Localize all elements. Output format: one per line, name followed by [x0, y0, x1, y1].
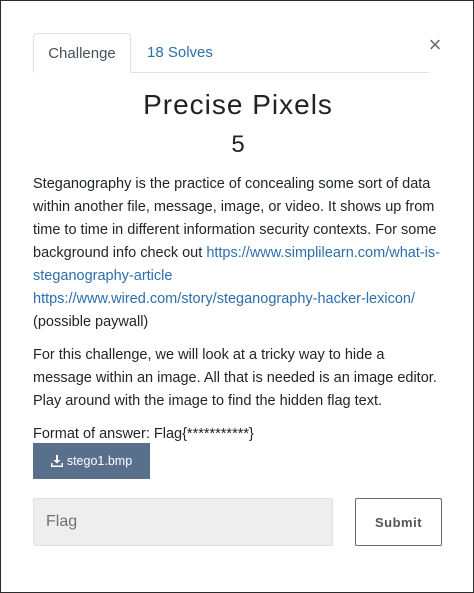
challenge-tabs: Challenge 18 Solves: [33, 33, 429, 73]
challenge-value: 5: [231, 131, 245, 158]
tab-solves[interactable]: 18 Solves: [147, 33, 213, 72]
paywall-note: (possible paywall): [33, 314, 149, 330]
description-paragraph-1: Steganography is the practice of conceal…: [33, 173, 445, 334]
tab-challenge[interactable]: Challenge: [33, 33, 131, 73]
wired-link[interactable]: https://www.wired.com/story/steganograph…: [33, 291, 415, 307]
file-name: stego1.bmp: [66, 454, 133, 468]
challenge-title: Precise Pixels: [143, 89, 333, 120]
close-icon[interactable]: ×: [427, 34, 443, 56]
challenge-modal: × Challenge 18 Solves Precise Pixels 5 S…: [0, 0, 474, 593]
challenge-description: Steganography is the practice of conceal…: [33, 173, 445, 456]
file-download-button[interactable]: stego1.bmp: [33, 443, 150, 479]
submit-button[interactable]: Submit: [355, 498, 442, 546]
flag-input[interactable]: [33, 498, 333, 546]
download-icon: [50, 455, 63, 467]
description-paragraph-2: For this challenge, we will look at a tr…: [33, 347, 437, 409]
